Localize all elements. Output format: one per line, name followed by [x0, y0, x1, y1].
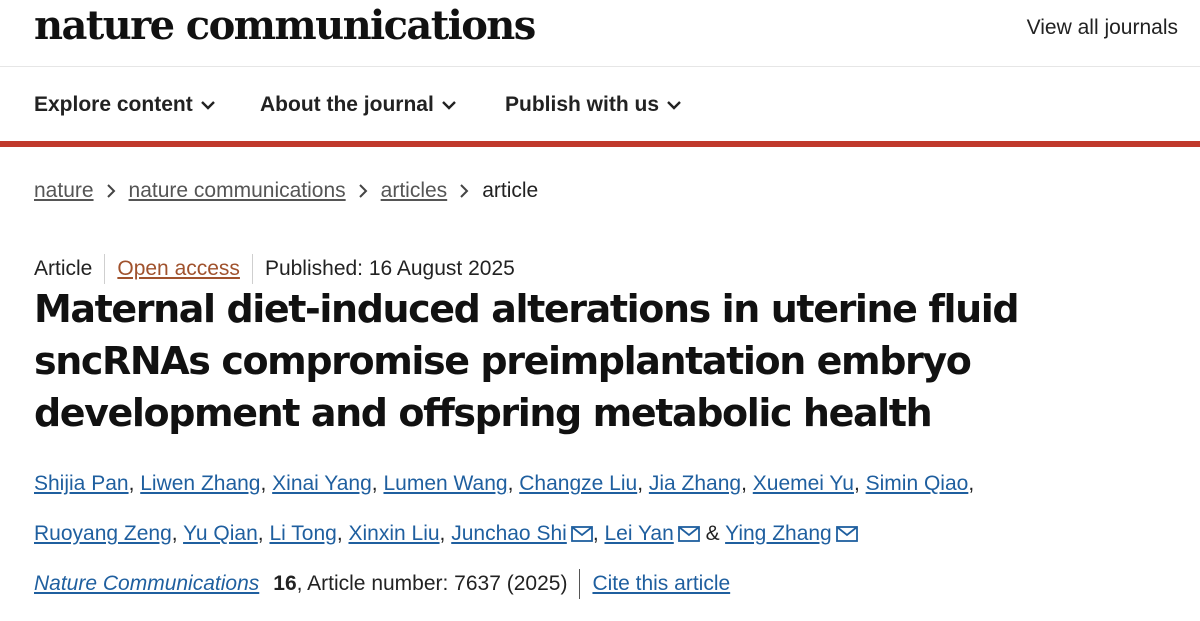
cite-this-article-link[interactable]: Cite this article [592, 569, 730, 599]
author-link[interactable]: Xinai Yang [272, 472, 372, 495]
nav-explore-content-label: Explore content [34, 93, 193, 116]
chevron-right-icon [106, 184, 116, 198]
article-title-line-1: Maternal diet-induced alterations in ute… [34, 287, 1020, 331]
breadcrumb-current: article [482, 179, 539, 202]
meta-divider [104, 254, 106, 284]
chevron-down-icon [200, 100, 215, 110]
breadcrumb-articles[interactable]: articles [381, 176, 448, 206]
author-link[interactable]: Lumen Wang [383, 472, 507, 495]
author-link[interactable]: Lei Yan [604, 522, 673, 545]
nav-about-journal-label: About the journal [260, 93, 434, 116]
author-list: Shijia Pan, Liwen Zhang, Xinai Yang, Lum… [34, 472, 975, 545]
article-title-line-3: development and offspring metabolic heal… [34, 391, 933, 435]
nav-publish-with-us[interactable]: Publish with us [505, 91, 681, 119]
accent-rule [0, 141, 1200, 147]
nav-publish-with-us-label: Publish with us [505, 93, 660, 116]
author-link[interactable]: Xuemei Yu [753, 472, 854, 495]
article-type: Article [34, 257, 93, 280]
meta-divider [251, 254, 253, 284]
author-link[interactable]: Simin Qiao [866, 472, 969, 495]
author-link[interactable]: Ruoyang Zeng [34, 522, 172, 545]
article-number: , Article number: 7637 (2025) [296, 572, 568, 595]
site-header: nature communications View all journals [0, 0, 1200, 67]
nav-explore-content[interactable]: Explore content [34, 91, 215, 119]
author-link[interactable]: Junchao Shi [451, 522, 567, 545]
article-meta: Article Open access Published: 16 August… [34, 254, 515, 284]
open-access-link[interactable]: Open access [117, 254, 240, 284]
nav-about-journal[interactable]: About the journal [260, 91, 456, 119]
breadcrumb-nature-communications[interactable]: nature communications [129, 176, 346, 206]
volume-number: 16 [273, 572, 297, 595]
author-link[interactable]: Li Tong [269, 522, 336, 545]
published-date: Published: 16 August 2025 [264, 257, 515, 280]
view-all-journals-link[interactable]: View all journals [1027, 14, 1178, 42]
mail-icon[interactable] [677, 526, 700, 542]
cite-divider [579, 569, 581, 599]
chevron-down-icon [441, 100, 456, 110]
authors-and: & [705, 522, 720, 545]
citation-line: Nature Communications 16 , Article numbe… [34, 569, 730, 599]
author-link[interactable]: Jia Zhang [649, 472, 741, 495]
breadcrumb-nature[interactable]: nature [34, 176, 94, 206]
author-link[interactable]: Changze Liu [519, 472, 637, 495]
author-link[interactable]: Xinxin Liu [348, 522, 439, 545]
article-title: Maternal diet-induced alterations in ute… [34, 283, 1034, 439]
author-link[interactable]: Yu Qian [183, 522, 258, 545]
breadcrumb: nature nature communications articles ar… [34, 176, 538, 206]
mail-icon[interactable] [835, 526, 858, 542]
article-title-line-2: sncRNAs compromise preimplantation embry… [34, 339, 972, 383]
chevron-down-icon [667, 100, 681, 110]
author-link[interactable]: Shijia Pan [34, 472, 129, 495]
mail-icon[interactable] [570, 526, 593, 542]
main-nav: Explore content About the journal Publis… [0, 67, 1200, 141]
chevron-right-icon [358, 184, 368, 198]
chevron-right-icon [460, 184, 469, 198]
author-link[interactable]: Ying Zhang [725, 522, 832, 545]
journal-logo[interactable]: nature communications [34, 2, 536, 50]
journal-link[interactable]: Nature Communications [34, 569, 259, 599]
author-link[interactable]: Liwen Zhang [140, 472, 260, 495]
